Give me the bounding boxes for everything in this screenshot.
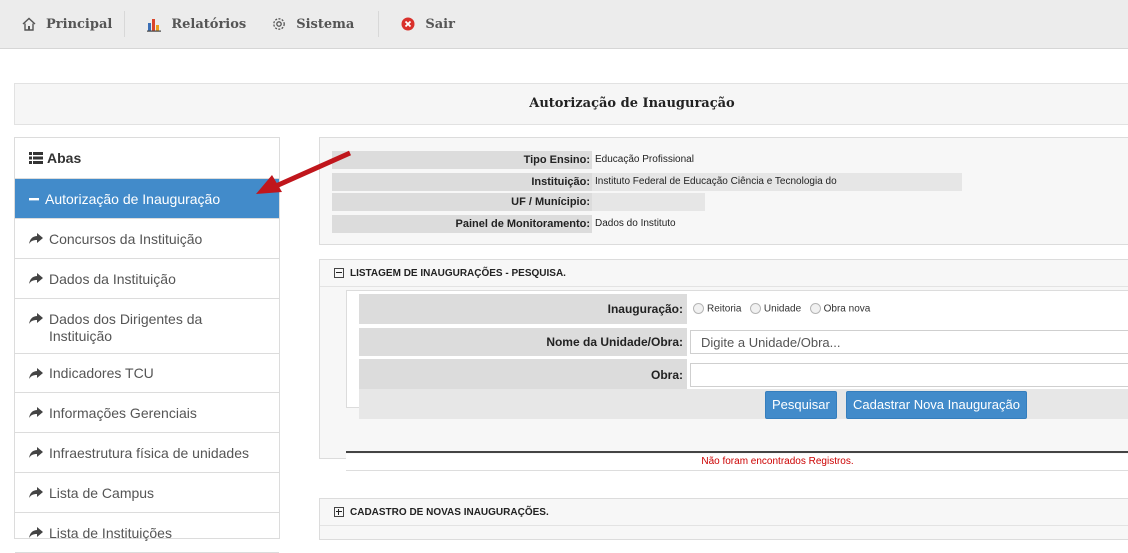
info-value: Educação Profissional — [595, 154, 694, 165]
no-records-message: Não foram encontrados Registros. — [701, 456, 854, 467]
radio-obra-nova[interactable] — [809, 303, 821, 315]
nav-label-principal: Principal — [46, 16, 113, 32]
share-arrow-icon — [29, 367, 43, 379]
list-icon — [29, 152, 43, 164]
share-arrow-icon — [29, 233, 43, 244]
info-row-instituicao: Instituição: Instituto Federal de Educaç… — [332, 173, 962, 191]
page-title-bar: Autorização de Inauguração — [14, 83, 1128, 125]
sidebar-item-label: Dados dos Dirigentes da Instituição — [49, 311, 203, 344]
share-arrow-icon — [29, 447, 43, 458]
nav-label-sistema: Sistema — [296, 16, 355, 32]
results-table: Não foram encontrados Registros. — [346, 454, 1128, 471]
top-navbar: Principal Relatórios Sistema Sair — [0, 0, 1128, 49]
sidebar-tabs: Abas Autorização de Inauguração Concurso… — [14, 137, 280, 553]
sidebar-item-label: Concursos da Instituição — [49, 230, 203, 247]
sidebar-item-label: Indicadores TCU — [49, 365, 154, 381]
info-row-uf-municipio: UF / Munícipio: — [332, 193, 705, 211]
sidebar-item-indicadores-tcu[interactable]: Indicadores TCU — [15, 354, 279, 393]
nav-sair[interactable]: Sair — [379, 0, 467, 48]
sidebar-item-label: Autorização de Inauguração — [45, 190, 221, 207]
gear-icon — [270, 15, 288, 33]
cadastro-panel: CADASTRO DE NOVAS INAUGURAÇÕES. — [319, 498, 1128, 540]
sidebar-item-informacoes-gerenciais[interactable]: Informações Gerenciais — [15, 393, 279, 433]
sidebar-item-dados-dirigentes[interactable]: Dados dos Dirigentes da Instituição — [15, 299, 279, 354]
sidebar-item-label: Infraestrutura física de unidades — [49, 444, 250, 461]
search-form: Inauguração: Reitoria Unidade Obra nova … — [346, 290, 1128, 419]
collapse-icon — [334, 268, 344, 278]
info-label: UF / Munícipio: — [332, 193, 592, 211]
obra-label: Obra: — [359, 359, 687, 390]
sidebar-item-label: Lista de Campus — [49, 484, 155, 501]
radio-unidade[interactable] — [749, 303, 761, 315]
info-label: Painel de Monitoramento: — [332, 215, 592, 233]
minus-icon — [29, 194, 39, 204]
form-row-inauguracao: Inauguração: Reitoria Unidade Obra nova — [359, 294, 870, 324]
share-arrow-icon — [29, 527, 43, 538]
sidebar-item-autorizacao-inauguracao[interactable]: Autorização de Inauguração — [15, 179, 279, 219]
close-circle-icon — [399, 15, 417, 33]
info-row-painel: Painel de Monitoramento: Dados do Instit… — [332, 215, 676, 233]
form-row-nome: Nome da Unidade/Obra: Digite a Unidade/O… — [359, 328, 1128, 356]
form-row-obra: Obra: — [359, 359, 1128, 390]
obra-input[interactable] — [690, 362, 1128, 387]
nav-sistema[interactable]: Sistema — [258, 0, 366, 48]
institution-info-panel: Tipo Ensino: Educação Profissional Insti… — [319, 137, 1128, 245]
sidebar-item-label: Informações Gerenciais — [49, 404, 197, 421]
radio-reitoria[interactable] — [693, 303, 704, 315]
info-row-tipo-ensino: Tipo Ensino: Educação Profissional — [332, 151, 694, 169]
inauguracao-radio-group: Reitoria Unidade Obra nova — [689, 300, 870, 318]
sidebar-item-dados-instituicao[interactable]: Dados da Instituição — [15, 259, 279, 299]
radio-label: Reitoria — [707, 303, 742, 315]
info-label: Tipo Ensino: — [332, 151, 592, 169]
nav-label-sair: Sair — [425, 16, 455, 32]
share-arrow-icon — [29, 487, 43, 498]
sidebar-item-lista-instituicoes[interactable]: Lista de Instituições — [15, 513, 279, 553]
share-arrow-icon — [29, 407, 43, 418]
sidebar-heading-label: Abas — [47, 150, 82, 166]
red-arrow-annotation — [256, 150, 352, 194]
sidebar-item-text: Dados dos Dirigentes da Instituição — [29, 311, 249, 345]
form-buttons: Pesquisar Cadastrar Nova Inauguração — [359, 389, 1128, 419]
listagem-title: LISTAGEM DE INAUGURAÇÕES - PESQUISA. — [350, 267, 566, 279]
top-nav: Principal Relatórios Sistema Sair — [0, 0, 467, 48]
pesquisar-button[interactable]: Pesquisar — [765, 391, 837, 419]
chart-icon — [145, 15, 163, 33]
expand-icon — [334, 507, 344, 517]
sidebar-heading: Abas — [15, 138, 279, 179]
sidebar-item-infraestrutura[interactable]: Infraestrutura física de unidades — [15, 433, 279, 473]
share-arrow-icon — [29, 313, 43, 324]
info-value: Instituto Federal de Educação Ciência e … — [592, 173, 962, 191]
nav-relatorios[interactable]: Relatórios — [125, 0, 258, 48]
listagem-panel: LISTAGEM DE INAUGURAÇÕES - PESQUISA. Ina… — [319, 259, 1128, 471]
nav-label-relatorios: Relatórios — [171, 16, 247, 32]
inauguracao-label: Inauguração: — [359, 294, 687, 324]
unidade-obra-input[interactable]: Digite a Unidade/Obra... — [690, 330, 1128, 354]
home-icon — [20, 15, 38, 33]
sidebar-item-label: Dados da Instituição — [49, 270, 176, 287]
share-arrow-icon — [29, 273, 43, 284]
radio-label: Unidade — [763, 303, 802, 315]
page-title: Autorização de Inauguração — [529, 96, 735, 111]
sidebar-item-label: Lista de Instituições — [49, 524, 172, 541]
sidebar-item-lista-campus[interactable]: Lista de Campus — [15, 473, 279, 513]
cadastro-panel-header[interactable]: CADASTRO DE NOVAS INAUGURAÇÕES. — [320, 499, 1128, 526]
cadastrar-nova-inauguracao-button[interactable]: Cadastrar Nova Inauguração — [846, 391, 1027, 419]
info-label: Instituição: — [332, 173, 592, 191]
nav-principal[interactable]: Principal — [0, 0, 124, 48]
results-divider — [346, 451, 1128, 453]
listagem-panel-header[interactable]: LISTAGEM DE INAUGURAÇÕES - PESQUISA. — [320, 260, 1128, 287]
sidebar-item-concursos[interactable]: Concursos da Instituição — [15, 219, 279, 259]
info-value — [592, 193, 705, 211]
nome-label: Nome da Unidade/Obra: — [359, 328, 687, 356]
painel-link[interactable]: Dados do Instituto — [592, 215, 676, 233]
cadastro-title: CADASTRO DE NOVAS INAUGURAÇÕES. — [350, 506, 549, 518]
radio-label: Obra nova — [823, 303, 871, 315]
